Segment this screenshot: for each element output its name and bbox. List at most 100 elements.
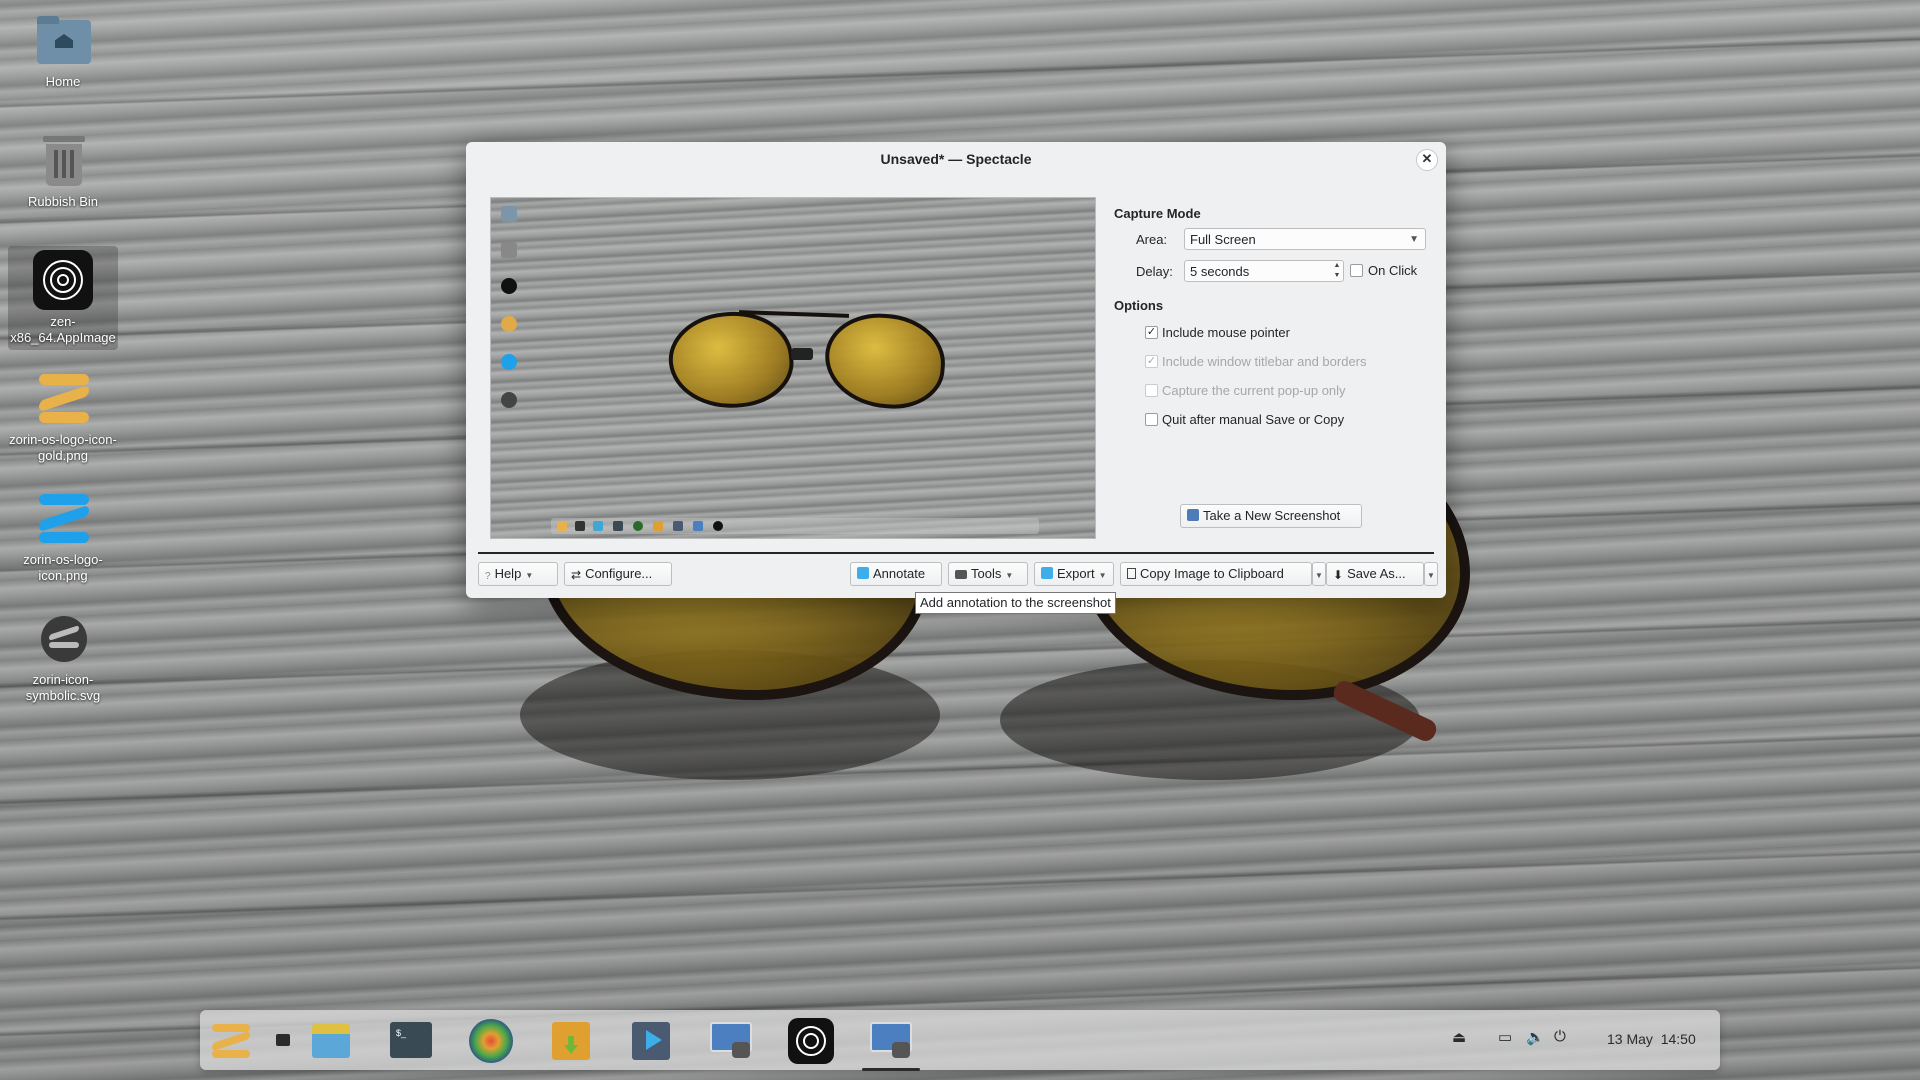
copy-to-clipboard-button[interactable]: Copy Image to Clipboard [1120,562,1312,586]
desktop-icon-rubbish-bin[interactable]: Rubbish Bin [8,130,118,210]
help-label: Help [494,566,522,581]
preview-taskbar-app [693,521,703,531]
desktop-icon-zen-appimage[interactable]: zen-x86_64.AppImage [8,246,118,350]
quit-after-save-checkbox[interactable] [1145,413,1158,426]
zen-browser-icon[interactable] [788,1018,834,1064]
copy-icon [1127,568,1136,579]
close-button[interactable]: ✕ [1416,149,1438,171]
capture-mode-heading: Capture Mode [1114,206,1201,221]
zen-browser-icon [33,250,93,310]
include-pointer-label[interactable]: Include mouse pointer [1162,325,1290,340]
preview-taskbar-app [653,521,663,531]
zorin-menu-icon[interactable] [208,1018,254,1064]
browser-icon[interactable] [468,1018,514,1064]
preview-nose-bridge [791,348,813,360]
terminal-icon[interactable]: $_ [388,1018,434,1064]
desktop-icon-zorin-symbolic[interactable]: zorin-icon-symbolic.svg [8,608,118,704]
power-icon[interactable]: ⏻ [1554,1028,1566,1045]
chevron-down-icon: ▼ [525,571,534,580]
save-as-label: Save As... [1347,566,1406,581]
chevron-down-icon: ▼ [1409,234,1419,245]
close-icon: ✕ [1421,151,1433,166]
options-heading: Options [1114,298,1164,313]
preview-desktop-icon [501,206,517,222]
area-select-value: Full Screen [1190,232,1256,247]
on-click-checkbox[interactable] [1350,264,1363,277]
toolbar-separator [478,552,1434,554]
help-button[interactable]: ? Help ▼ [478,562,558,586]
delay-value: 5 seconds [1190,264,1250,279]
quit-after-save-label[interactable]: Quit after manual Save or Copy [1162,412,1344,427]
preview-taskbar-app [575,521,585,531]
help-icon: ? [485,571,491,582]
annotate-button[interactable]: Annotate [850,562,942,586]
include-pointer-checkbox[interactable]: ✓ [1145,326,1158,339]
desktop-icon-label: zen-x86_64.AppImage [10,314,116,345]
eject-icon[interactable]: ⏏ [1452,1028,1466,1046]
desktop-icon-label: Rubbish Bin [27,194,99,209]
desktop-icon-label: Home [45,74,81,89]
preview-taskbar-app [633,521,643,531]
configure-button[interactable]: ⇄ Configure... [564,562,672,586]
taskbar: $_ ⏏ ▭ 🔈 ⏻ 13 May 14:50 [200,1010,1720,1071]
software-store-icon[interactable] [548,1018,594,1064]
area-select[interactable]: Full Screen ▼ [1184,228,1426,250]
desktop-icon-label: zorin-os-logo-icon.png [23,552,103,583]
trash-icon [33,130,93,190]
desktop-icon-home[interactable]: Home [8,10,118,90]
desktop-icon-zorin-gold[interactable]: zorin-os-logo-icon-gold.png [8,368,118,464]
take-new-screenshot-label: Take a New Screenshot [1203,508,1341,523]
capture-popup-checkbox [1145,384,1158,397]
chevron-down-icon: ▼ [1427,571,1435,580]
desktop-icon-label: zorin-os-logo-icon-gold.png [9,432,117,463]
preview-taskbar-app [713,521,723,531]
zorin-logo-gold-icon [33,368,93,428]
include-titlebar-label: Include window titlebar and borders [1162,354,1367,369]
media-player-icon[interactable] [628,1018,674,1064]
chevron-down-icon: ▼ [1098,571,1107,580]
spectacle-icon[interactable] [708,1018,754,1064]
annotate-icon [857,567,869,579]
copy-label: Copy Image to Clipboard [1140,566,1284,581]
preview-desktop-icon [501,242,517,258]
save-options-dropdown[interactable]: ▼ [1424,562,1438,586]
take-new-screenshot-button[interactable]: Take a New Screenshot [1180,504,1362,528]
spin-arrows-icon[interactable]: ▲ ▼ [1331,261,1343,281]
export-label: Export [1057,566,1095,581]
window-title: Unsaved* — Spectacle [880,151,1032,167]
annotate-label: Annotate [873,566,926,581]
tools-button[interactable]: Tools ▼ [948,562,1028,586]
preview-taskbar-app [673,521,683,531]
files-icon[interactable] [308,1018,354,1064]
preview-taskbar [551,518,1039,534]
annotate-tooltip: Add annotation to the screenshot [915,592,1116,614]
on-click-label[interactable]: On Click [1368,263,1417,278]
home-folder-icon [33,10,93,70]
download-icon: ⬇ [1333,568,1344,582]
spectacle-active-icon[interactable] [862,1018,920,1071]
include-titlebar-checkbox: ✓ [1145,355,1158,368]
display-icon[interactable]: ▭ [1498,1028,1512,1046]
desktop-icon-zorin-blue[interactable]: zorin-os-logo-icon.png [8,488,118,584]
chevron-down-icon: ▼ [1005,571,1014,580]
export-icon [1041,567,1053,579]
tools-label: Tools [971,566,1002,581]
preview-taskbar-app [557,521,567,531]
save-as-button[interactable]: ⬇ Save As... [1326,562,1424,586]
delay-spinbox[interactable]: 5 seconds ▲ ▼ [1184,260,1344,282]
export-button[interactable]: Export ▼ [1034,562,1114,586]
screenshot-preview[interactable] [490,197,1096,539]
clock[interactable]: 13 May 14:50 [1607,1031,1696,1047]
workspaces-icon[interactable] [268,1018,298,1064]
preview-desktop-icon [501,392,517,408]
zorin-symbolic-icon [33,608,93,668]
preview-taskbar-app [613,521,623,531]
spectacle-window: Unsaved* — Spectacle ✕ Capture Mode Area… [466,142,1446,598]
copy-options-dropdown[interactable]: ▼ [1312,562,1326,586]
zorin-logo-blue-icon [33,488,93,548]
window-titlebar[interactable]: Unsaved* — Spectacle ✕ [466,142,1446,176]
delay-label: Delay: [1136,264,1173,279]
preview-desktop-icon [501,278,517,294]
desktop-icon-label: zorin-icon-symbolic.svg [25,672,101,703]
volume-icon[interactable]: 🔈 [1526,1028,1545,1046]
